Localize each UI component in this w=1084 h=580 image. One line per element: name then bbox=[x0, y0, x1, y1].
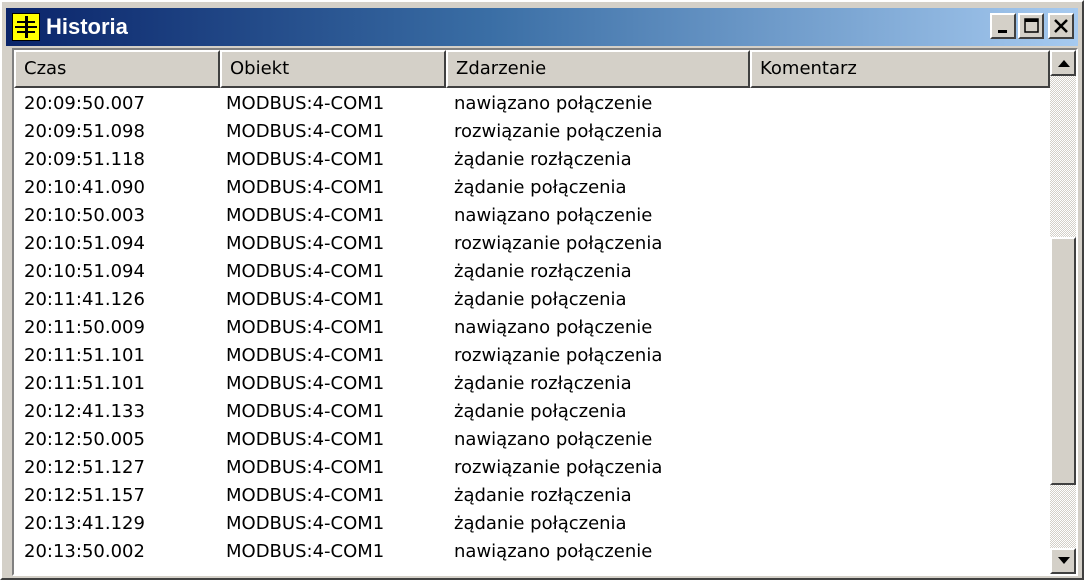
cell-object: MODBUS:4-COM1 bbox=[226, 401, 385, 422]
scroll-up-button[interactable] bbox=[1050, 50, 1076, 76]
cell-event: żądanie połączenia bbox=[454, 177, 627, 198]
table-row[interactable]: 20:09:51.118 MODBUS:4-COM1 żądanie rozłącz… bbox=[14, 146, 1050, 174]
vertical-scrollbar[interactable] bbox=[1050, 50, 1076, 574]
table-row[interactable]: 20:12:50.005 MODBUS:4-COM1 nawiązano połąc… bbox=[14, 426, 1050, 454]
cell-object: MODBUS:4-COM1 bbox=[226, 317, 385, 338]
cell-event: rozwiązanie połączenia bbox=[454, 233, 663, 254]
cell-event: żądanie połączenia bbox=[454, 401, 627, 422]
column-header-time[interactable]: Czas bbox=[14, 50, 220, 88]
table-row[interactable]: 20:10:41.090 MODBUS:4-COM1 żądanie połącze… bbox=[14, 174, 1050, 202]
cell-event: żądanie rozłączenia bbox=[454, 485, 632, 506]
table-row[interactable]: 20:09:51.098 MODBUS:4-COM1 rozwiązanie poł… bbox=[14, 118, 1050, 146]
table-row[interactable]: 20:12:51.157 MODBUS:4-COM1 żądanie rozłącz… bbox=[14, 482, 1050, 510]
cell-time: 20:09:50.007 bbox=[24, 93, 145, 114]
cell-object: MODBUS:4-COM1 bbox=[226, 485, 385, 506]
cell-event: nawiązano połączenie bbox=[454, 205, 653, 226]
cell-object: MODBUS:4-COM1 bbox=[226, 233, 385, 254]
cell-object: MODBUS:4-COM1 bbox=[226, 149, 385, 170]
cell-time: 20:11:50.009 bbox=[24, 317, 145, 338]
cell-event: nawiązano połączenie bbox=[454, 317, 653, 338]
list-header: Czas Obiekt Zdarzenie Komentarz bbox=[14, 50, 1050, 88]
list-rows: 20:09:50.007 MODBUS:4-COM1 nawiązano połąc… bbox=[14, 90, 1050, 574]
table-row[interactable]: 20:09:50.007 MODBUS:4-COM1 nawiązano połąc… bbox=[14, 90, 1050, 118]
history-list[interactable]: Czas Obiekt Zdarzenie Komentarz 20:09:50… bbox=[12, 48, 1078, 576]
cell-time: 20:12:51.127 bbox=[24, 457, 145, 478]
minimize-icon bbox=[998, 30, 1007, 33]
cell-event: żądanie połączenia bbox=[454, 289, 627, 310]
cell-object: MODBUS:4-COM1 bbox=[226, 289, 385, 310]
cell-event: rozwiązanie połączenia bbox=[454, 457, 663, 478]
column-header-event[interactable]: Zdarzenie bbox=[446, 50, 750, 88]
close-icon bbox=[1054, 19, 1068, 33]
cell-time: 20:13:41.129 bbox=[24, 513, 145, 534]
window-title: Historia bbox=[46, 14, 128, 39]
cell-time: 20:09:51.118 bbox=[24, 149, 145, 170]
maximize-icon bbox=[1024, 18, 1039, 33]
table-row[interactable]: 20:13:41.129 MODBUS:4-COM1 żądanie połącze… bbox=[14, 510, 1050, 538]
close-button[interactable] bbox=[1048, 13, 1074, 39]
cell-time: 20:10:50.003 bbox=[24, 205, 145, 226]
scrollbar-thumb[interactable] bbox=[1050, 237, 1076, 486]
table-row[interactable]: 20:10:51.094 MODBUS:4-COM1 rozwiązanie poł… bbox=[14, 230, 1050, 258]
cell-event: żądanie połączenia bbox=[454, 513, 627, 534]
cell-object: MODBUS:4-COM1 bbox=[226, 373, 385, 394]
cell-time: 20:09:51.098 bbox=[24, 121, 145, 142]
cell-time: 20:10:41.090 bbox=[24, 177, 145, 198]
table-row[interactable]: 20:12:51.127 MODBUS:4-COM1 rozwiązanie poł… bbox=[14, 454, 1050, 482]
app-logo-icon[interactable] bbox=[12, 13, 40, 41]
table-row[interactable]: 20:13:50.002 MODBUS:4-COM1 nawiązano połąc… bbox=[14, 538, 1050, 566]
cell-object: MODBUS:4-COM1 bbox=[226, 513, 385, 534]
column-header-object[interactable]: Obiekt bbox=[220, 50, 446, 88]
cell-object: MODBUS:4-COM1 bbox=[226, 345, 385, 366]
cell-event: rozwiązanie połączenia bbox=[454, 345, 663, 366]
cell-object: MODBUS:4-COM1 bbox=[226, 429, 385, 450]
minimize-button[interactable] bbox=[990, 13, 1016, 39]
cell-time: 20:12:51.157 bbox=[24, 485, 145, 506]
cell-time: 20:11:51.101 bbox=[24, 373, 145, 394]
cell-event: nawiązano połączenie bbox=[454, 541, 653, 562]
cell-event: nawiązano połączenie bbox=[454, 429, 653, 450]
cell-event: rozwiązanie połączenia bbox=[454, 121, 663, 142]
cell-object: MODBUS:4-COM1 bbox=[226, 205, 385, 226]
cell-object: MODBUS:4-COM1 bbox=[226, 121, 385, 142]
table-row[interactable]: 20:11:51.101 MODBUS:4-COM1 rozwiązanie poł… bbox=[14, 342, 1050, 370]
table-row[interactable]: 20:12:41.133 MODBUS:4-COM1 żądanie połącze… bbox=[14, 398, 1050, 426]
arrow-down-icon bbox=[1058, 557, 1070, 564]
cell-event: żądanie rozłączenia bbox=[454, 261, 632, 282]
cell-time: 20:10:51.094 bbox=[24, 233, 145, 254]
arrow-up-icon bbox=[1058, 60, 1070, 67]
cell-time: 20:12:50.005 bbox=[24, 429, 145, 450]
cell-time: 20:11:41.126 bbox=[24, 289, 145, 310]
cell-time: 20:11:51.101 bbox=[24, 345, 145, 366]
cell-event: żądanie rozłączenia bbox=[454, 149, 632, 170]
table-row[interactable]: 20:11:51.101 MODBUS:4-COM1 żądanie rozłącz… bbox=[14, 370, 1050, 398]
column-header-comment[interactable]: Komentarz bbox=[750, 50, 1050, 88]
title-bar[interactable]: Historia bbox=[6, 8, 1078, 46]
cell-object: MODBUS:4-COM1 bbox=[226, 177, 385, 198]
cell-object: MODBUS:4-COM1 bbox=[226, 457, 385, 478]
scroll-down-button[interactable] bbox=[1050, 548, 1076, 574]
cell-object: MODBUS:4-COM1 bbox=[226, 541, 385, 562]
maximize-button[interactable] bbox=[1018, 13, 1044, 39]
table-row[interactable]: 20:11:50.009 MODBUS:4-COM1 nawiązano połąc… bbox=[14, 314, 1050, 342]
table-row[interactable]: 20:10:50.003 MODBUS:4-COM1 nawiązano połąc… bbox=[14, 202, 1050, 230]
cell-time: 20:10:51.094 bbox=[24, 261, 145, 282]
cell-object: MODBUS:4-COM1 bbox=[226, 261, 385, 282]
cell-event: nawiązano połączenie bbox=[454, 93, 653, 114]
table-row[interactable]: 20:11:41.126 MODBUS:4-COM1 żądanie połącze… bbox=[14, 286, 1050, 314]
cell-object: MODBUS:4-COM1 bbox=[226, 93, 385, 114]
table-row[interactable]: 20:10:51.094 MODBUS:4-COM1 żądanie rozłącz… bbox=[14, 258, 1050, 286]
cell-time: 20:13:50.002 bbox=[24, 541, 145, 562]
cell-event: żądanie rozłączenia bbox=[454, 373, 632, 394]
cell-time: 20:12:41.133 bbox=[24, 401, 145, 422]
history-window: Historia Czas Obiekt Zdarzenie Komentarz… bbox=[0, 0, 1084, 580]
